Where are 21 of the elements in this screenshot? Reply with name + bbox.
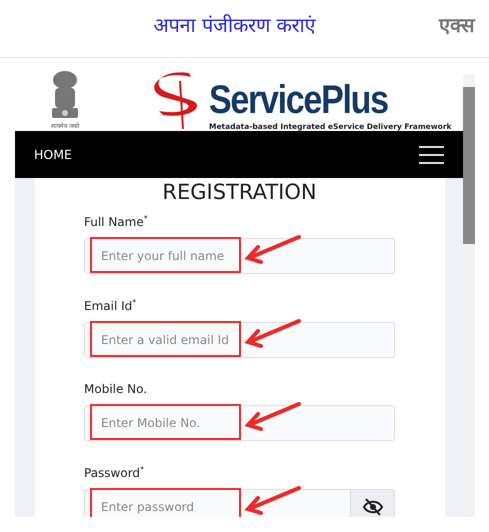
field-label: Mobile No. bbox=[84, 382, 148, 396]
pointer-arrow bbox=[244, 485, 302, 517]
dialog-title: अपना पंजीकरण कराएं bbox=[152, 12, 317, 38]
field-label: Email Id$^{*}$ bbox=[84, 298, 138, 313]
pointer-arrow bbox=[244, 401, 302, 433]
hide-password-button[interactable] bbox=[351, 489, 395, 517]
pointer-arrow bbox=[244, 234, 302, 266]
input-field[interactable]: Enter a valid email Id bbox=[84, 322, 395, 358]
menu-icon[interactable] bbox=[419, 146, 444, 164]
eye-off-icon bbox=[362, 498, 382, 516]
input-field[interactable]: Enter your full name bbox=[84, 238, 395, 274]
field-label: Full Name$^{*}$ bbox=[84, 214, 149, 229]
field-label: Password$^{*}$ bbox=[84, 465, 146, 480]
input-field[interactable]: Enter Mobile No. bbox=[84, 405, 395, 441]
close-button[interactable]: एक्स bbox=[439, 11, 475, 38]
brand-name: ServicePlus bbox=[209, 80, 389, 120]
scrollbar-thumb[interactable] bbox=[463, 87, 475, 244]
password-field[interactable]: Enter password bbox=[84, 489, 351, 517]
home-link[interactable]: HOME bbox=[34, 147, 72, 162]
pointer-arrow bbox=[244, 318, 302, 350]
form-title: REGISTRATION bbox=[161, 180, 318, 204]
